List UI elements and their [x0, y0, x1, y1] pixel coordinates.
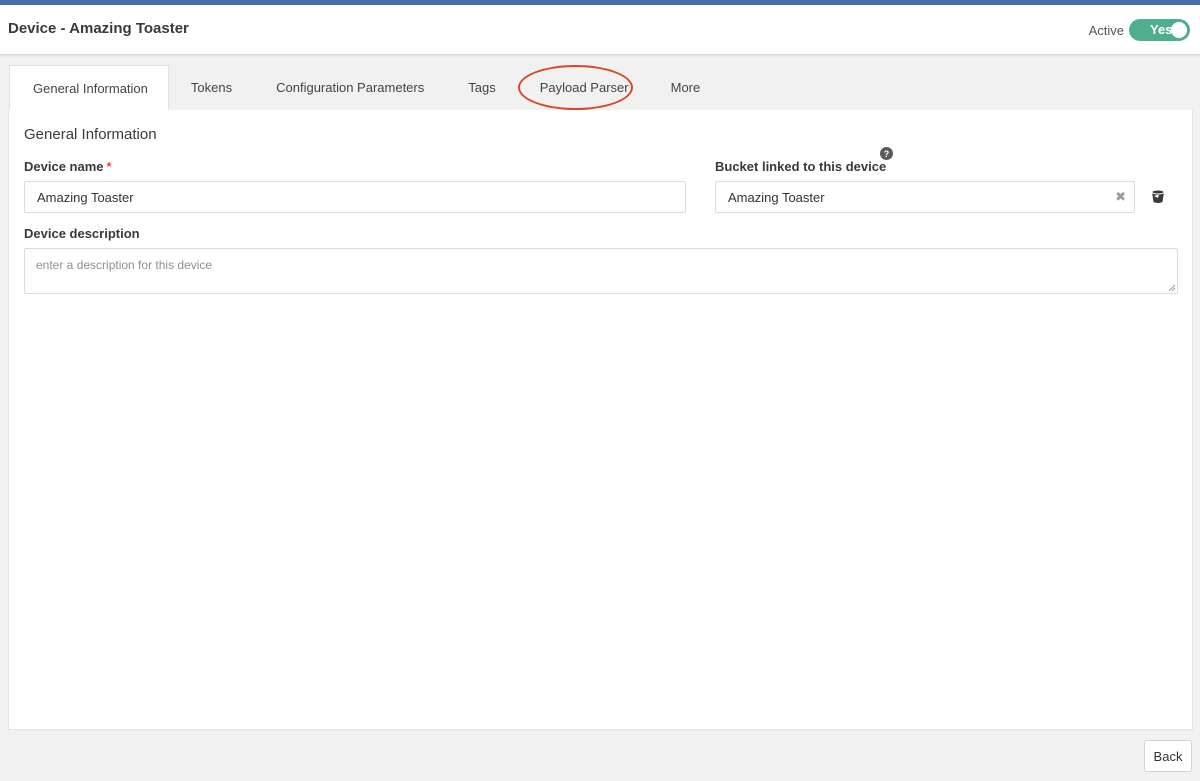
tab-payload-parser[interactable]: Payload Parser	[517, 65, 651, 110]
page-title: Device - Amazing Toaster	[8, 20, 189, 37]
device-name-value: Amazing Toaster	[37, 189, 134, 205]
tab-general-information[interactable]: General Information	[9, 65, 169, 110]
description-placeholder: enter a description for this device	[36, 258, 213, 272]
bucket-label: Bucket linked to this device	[715, 159, 887, 174]
bucket-select[interactable]: Amazing Toaster ✖	[715, 181, 1135, 213]
tab-tags[interactable]: Tags	[446, 65, 517, 110]
section-title: General Information	[24, 126, 157, 143]
description-label: Device description	[24, 226, 140, 241]
back-button[interactable]: Back	[1144, 740, 1192, 772]
clear-icon[interactable]: ✖	[1115, 189, 1126, 205]
tab-configuration-parameters[interactable]: Configuration Parameters	[254, 65, 446, 110]
bucket-value: Amazing Toaster	[728, 189, 825, 205]
tab-label: General Information	[33, 80, 148, 96]
tab-label: Tokens	[190, 80, 233, 95]
tab-tokens[interactable]: Tokens	[169, 65, 254, 110]
page-header: Device - Amazing Toaster Active Yes	[0, 5, 1200, 55]
resize-grip-icon[interactable]	[1168, 284, 1176, 292]
bucket-icon[interactable]	[1149, 187, 1167, 205]
active-status: Active Yes	[1089, 19, 1190, 41]
tab-label: More	[670, 80, 701, 95]
tab-bar: General Information Tokens Configuration…	[9, 65, 720, 110]
description-textarea[interactable]: enter a description for this device	[24, 248, 1178, 294]
required-mark: *	[106, 159, 112, 174]
device-name-label: Device name *	[24, 159, 112, 174]
toggle-knob	[1171, 22, 1187, 38]
tab-label: Configuration Parameters	[276, 80, 425, 95]
tab-more[interactable]: More	[651, 65, 721, 110]
device-name-label-text: Device name	[24, 159, 104, 174]
active-label: Active	[1088, 22, 1124, 38]
device-name-input[interactable]: Amazing Toaster	[24, 181, 686, 213]
tab-label: Tags	[468, 80, 496, 95]
tab-label: Payload Parser	[539, 80, 629, 95]
active-toggle-text: Yes	[1150, 22, 1173, 37]
active-toggle[interactable]: Yes	[1129, 19, 1190, 41]
general-information-panel: General Information Device name * Amazing…	[8, 110, 1193, 730]
